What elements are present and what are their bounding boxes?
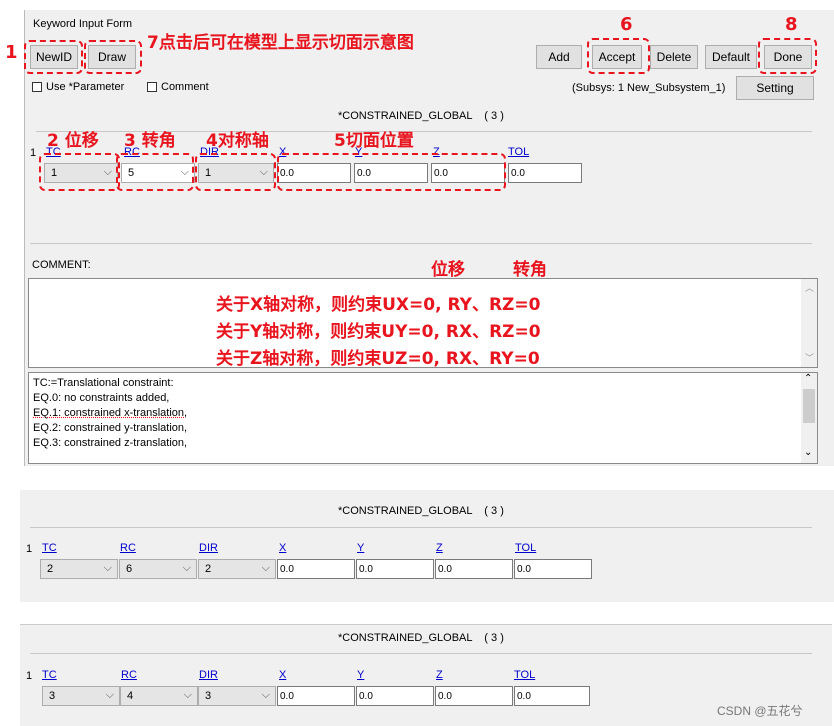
tol-input[interactable]: 0.0 [514, 686, 590, 706]
annotation-1: 1 [5, 42, 18, 63]
use-parameter-checkbox[interactable]: Use *Parameter [32, 81, 124, 93]
y-link[interactable]: Y [357, 542, 364, 554]
annotation-box-done [758, 38, 817, 74]
checkbox-box[interactable] [32, 82, 42, 92]
annotation-5: 5切面位置 [334, 131, 414, 151]
help-scrollbar[interactable]: ⌃ ⌄ [801, 373, 817, 463]
help-text-box: TC:=Translational constraint: EQ.0: no c… [28, 372, 818, 464]
comment-label: Comment [161, 81, 209, 93]
rc-value: 4 [127, 690, 134, 702]
rc-select[interactable]: 4 ⌵ [120, 686, 198, 706]
z-link[interactable]: Z [436, 669, 443, 681]
dir-link[interactable]: DIR [199, 542, 218, 554]
x-link[interactable]: X [279, 542, 286, 554]
separator [30, 527, 812, 528]
x-link[interactable]: X [279, 669, 286, 681]
window-title: Keyword Input Form [33, 18, 133, 30]
keyword-title: *CONSTRAINED_GLOBAL ( 3 ) [338, 632, 504, 644]
rc-link[interactable]: RC [120, 542, 136, 554]
tc-select[interactable]: 3 ⌵ [42, 686, 120, 706]
annotation-box-xyz [277, 153, 506, 191]
separator [30, 653, 812, 654]
annotation-box-tc [39, 153, 120, 191]
tc-value: 2 [47, 563, 54, 575]
chevron-down-icon: ⌵ [105, 689, 114, 701]
annotation-3: 3 转角 [124, 131, 176, 151]
comment-scrollbar[interactable]: ︿ ﹀ [801, 279, 817, 367]
annotation-box-dir [195, 153, 276, 191]
tol-link[interactable]: TOL [515, 542, 536, 554]
chevron-down-icon: ⌵ [261, 689, 270, 701]
rc-link[interactable]: RC [121, 669, 137, 681]
tol-link[interactable]: TOL [508, 146, 529, 158]
annotation-6: 6 [620, 14, 633, 35]
tol-input[interactable]: 0.0 [508, 163, 582, 183]
use-parameter-label: Use *Parameter [46, 81, 125, 93]
comment-checkbox[interactable]: Comment [147, 81, 209, 93]
tc-select[interactable]: 2 ⌵ [40, 559, 118, 579]
annotation-7: 7点击后可在模型上显示切面示意图 [147, 33, 414, 53]
tol-link[interactable]: TOL [514, 669, 535, 681]
scroll-up-icon[interactable]: ︿ [805, 281, 814, 294]
scroll-up-icon[interactable]: ⌃ [804, 373, 812, 384]
annotation-rotation: 转角 [513, 260, 547, 280]
dir-value: 2 [205, 563, 212, 575]
help-line: TC:=Translational constraint: [33, 377, 174, 389]
dir-select[interactable]: 3 ⌵ [198, 686, 276, 706]
separator [30, 243, 812, 244]
row-number: 1 [30, 147, 37, 159]
y-link[interactable]: Y [357, 669, 364, 681]
row-number: 1 [26, 543, 33, 555]
watermark: CSDN @五花兮 [717, 704, 803, 718]
rc-select[interactable]: 6 ⌵ [119, 559, 197, 579]
chevron-down-icon: ⌵ [103, 562, 112, 574]
chevron-down-icon: ⌵ [261, 562, 270, 574]
annotation-8: 8 [785, 14, 798, 35]
row-number: 1 [26, 670, 33, 682]
tc-link[interactable]: TC [42, 669, 57, 681]
annotation-4: 4对称轴 [206, 131, 269, 151]
help-line: EQ.3: constrained z-translation, [33, 437, 188, 449]
y-input[interactable]: 0.0 [356, 559, 434, 579]
z-link[interactable]: Z [436, 542, 443, 554]
keyword-title: *CONSTRAINED_GLOBAL ( 3 ) [338, 505, 504, 517]
delete-button[interactable]: Delete [650, 45, 698, 69]
scroll-down-icon[interactable]: ﹀ [805, 351, 814, 364]
tol-input[interactable]: 0.0 [514, 559, 592, 579]
annotation-box-rc [116, 153, 194, 191]
help-line: EQ.1: constrained x-translation, [33, 407, 188, 419]
tc-value: 3 [49, 690, 56, 702]
x-input[interactable]: 0.0 [277, 686, 355, 706]
subsys-label: (Subsys: 1 New_Subsystem_1) [572, 82, 726, 94]
scroll-thumb[interactable] [803, 389, 815, 423]
dir-select[interactable]: 2 ⌵ [198, 559, 276, 579]
dir-value: 3 [205, 690, 212, 702]
z-input[interactable]: 0.0 [435, 559, 513, 579]
annotation-box-draw [84, 40, 142, 74]
tc-link[interactable]: TC [42, 542, 57, 554]
annotation-displacement: 位移 [431, 260, 465, 280]
z-input[interactable]: 0.0 [435, 686, 513, 706]
help-line: EQ.2: constrained y-translation, [33, 422, 188, 434]
x-input[interactable]: 0.0 [277, 559, 355, 579]
chevron-down-icon: ⌵ [182, 562, 191, 574]
add-button[interactable]: Add [536, 45, 582, 69]
annotation-box-accept [587, 38, 650, 74]
comment-label: COMMENT: [32, 259, 91, 271]
annotation-rule-x: 关于X轴对称，则约束UX=0, RY、RZ=0 [216, 295, 541, 315]
keyword-title: *CONSTRAINED_GLOBAL ( 3 ) [338, 110, 504, 122]
annotation-rule-z: 关于Z轴对称，则约束UZ=0, RX、RY=0 [216, 349, 540, 369]
chevron-down-icon: ⌵ [183, 689, 192, 701]
default-button[interactable]: Default [705, 45, 757, 69]
annotation-rule-y: 关于Y轴对称，则约束UY=0, RX、RZ=0 [216, 322, 541, 342]
annotation-2: 2 位移 [47, 131, 99, 151]
checkbox-box[interactable] [147, 82, 157, 92]
y-input[interactable]: 0.0 [356, 686, 434, 706]
rc-value: 6 [126, 563, 133, 575]
scroll-down-icon[interactable]: ⌄ [804, 447, 812, 458]
help-line: EQ.0: no constraints added, [33, 392, 170, 404]
annotation-box-newid [24, 40, 83, 74]
dir-link[interactable]: DIR [199, 669, 218, 681]
setting-button[interactable]: Setting [736, 76, 814, 100]
